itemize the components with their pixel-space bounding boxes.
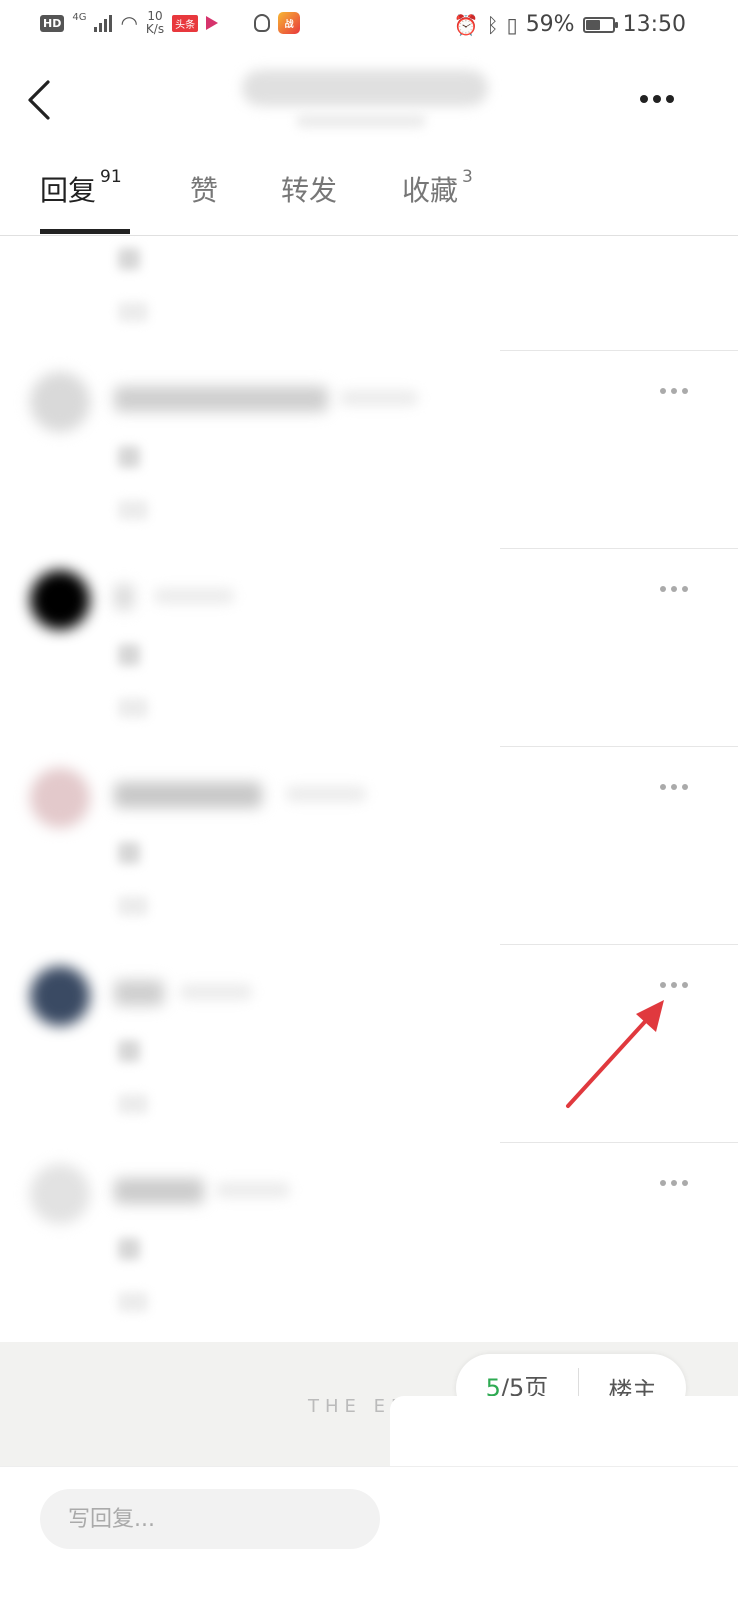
comment-more-icon[interactable] bbox=[660, 388, 688, 394]
tab-bar: 回复 91 赞 转发 收藏 3 bbox=[0, 155, 738, 236]
comment-row bbox=[0, 1142, 738, 1340]
blurred-comment-text bbox=[118, 248, 140, 270]
avatar[interactable] bbox=[30, 966, 90, 1026]
clock: 13:50 bbox=[622, 12, 686, 37]
blurred-timestamp bbox=[340, 390, 418, 406]
blurred-username[interactable] bbox=[114, 386, 328, 412]
blurred-username[interactable] bbox=[114, 584, 134, 610]
battery-icon bbox=[582, 16, 618, 33]
comment-row bbox=[0, 350, 738, 548]
avatar[interactable] bbox=[30, 1164, 90, 1224]
tab-favorites-label: 收藏 bbox=[402, 174, 459, 207]
tab-favorites[interactable]: 收藏 3 bbox=[402, 166, 473, 209]
video-app-icon bbox=[206, 16, 219, 30]
avatar[interactable] bbox=[30, 570, 90, 630]
blurred-comment-text bbox=[118, 842, 140, 864]
bluetooth-icon: ᛒ bbox=[486, 12, 499, 37]
tab-likes-label: 赞 bbox=[190, 174, 219, 207]
battery-level bbox=[585, 19, 601, 30]
game-app-icon: 战 bbox=[278, 12, 301, 34]
blurred-timestamp bbox=[286, 786, 366, 802]
signal-icon bbox=[94, 14, 113, 32]
tab-reposts[interactable]: 转发 bbox=[281, 169, 337, 209]
more-options-icon[interactable] bbox=[640, 84, 684, 114]
blurred-comment-meta bbox=[118, 896, 148, 916]
network-speed: 10 K/s bbox=[145, 9, 165, 36]
comment-more-icon[interactable] bbox=[660, 586, 688, 592]
comment-list[interactable] bbox=[0, 236, 738, 1342]
nav-bar bbox=[0, 52, 738, 152]
blurred-comment-meta bbox=[118, 302, 148, 322]
blurred-comment-text bbox=[118, 644, 140, 666]
comment-row bbox=[0, 548, 738, 746]
blurred-comment-text bbox=[118, 446, 140, 468]
blurred-comment-text bbox=[118, 1238, 140, 1260]
blurred-timestamp bbox=[216, 1182, 290, 1198]
status-bar: HD 4G ◠ 10 K/s 头条 战 ⏰ ᛒ ▯ 59% 13:50 bbox=[0, 0, 738, 52]
avatar[interactable] bbox=[30, 372, 90, 432]
wifi-icon: ◠ bbox=[120, 11, 138, 35]
active-tab-indicator bbox=[40, 229, 130, 234]
reply-bar bbox=[0, 1466, 738, 1601]
comment-row bbox=[0, 746, 738, 944]
toutiao-app-icon: 头条 bbox=[172, 14, 199, 32]
tab-favorites-count: 3 bbox=[462, 166, 473, 187]
avatar[interactable] bbox=[30, 768, 90, 828]
annotation-arrow-icon bbox=[566, 1000, 664, 1108]
hd-indicator: HD bbox=[40, 14, 65, 32]
tab-reposts-label: 转发 bbox=[281, 174, 338, 207]
blurred-username[interactable] bbox=[114, 782, 262, 808]
qq-icon bbox=[254, 14, 271, 32]
battery-percent: 59% bbox=[525, 12, 575, 37]
tab-replies-label: 回复 bbox=[40, 174, 97, 207]
blurred-username[interactable] bbox=[114, 1178, 204, 1204]
reply-input[interactable] bbox=[40, 1489, 380, 1549]
comment-more-icon[interactable] bbox=[660, 784, 688, 790]
blurred-comment-meta bbox=[118, 698, 148, 718]
blurred-comment-meta bbox=[118, 1094, 148, 1114]
blurred-comment-meta bbox=[118, 500, 148, 520]
blurred-comment-text bbox=[118, 1040, 140, 1062]
blurred-timestamp bbox=[154, 588, 234, 604]
network-type: 4G bbox=[72, 11, 87, 23]
tab-replies-count: 91 bbox=[100, 166, 122, 187]
tab-replies[interactable]: 回复 91 bbox=[40, 166, 122, 209]
blurred-post-subtitle bbox=[296, 114, 426, 128]
blurred-post-title bbox=[242, 70, 488, 106]
alarm-icon: ⏰ bbox=[453, 12, 479, 37]
blurred-comment-meta bbox=[118, 1292, 148, 1312]
vibrate-icon: ▯ bbox=[506, 12, 518, 37]
comment-row bbox=[0, 236, 738, 350]
blurred-username[interactable] bbox=[114, 980, 164, 1006]
comment-more-icon[interactable] bbox=[660, 982, 688, 988]
comment-more-icon[interactable] bbox=[660, 1180, 688, 1186]
back-arrow-icon[interactable] bbox=[22, 78, 58, 122]
blurred-timestamp bbox=[180, 984, 252, 1000]
tab-likes[interactable]: 赞 bbox=[190, 169, 218, 209]
